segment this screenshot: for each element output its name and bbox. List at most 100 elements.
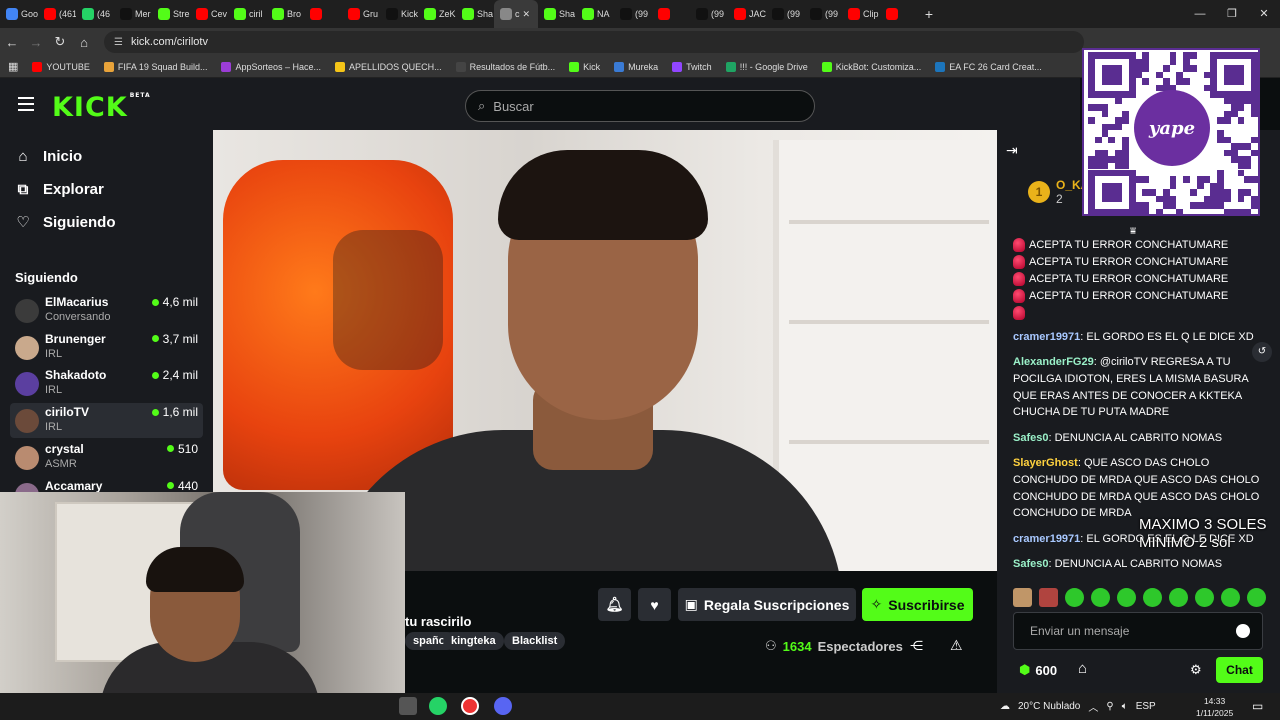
browser-tab[interactable] — [880, 0, 918, 28]
browser-tab[interactable]: Mer — [114, 0, 152, 28]
following-channel-crystal[interactable]: crystal ASMR 510 — [10, 440, 203, 475]
emoji-picker-icon[interactable] — [1236, 624, 1250, 638]
browser-tab[interactable]: Stre — [152, 0, 190, 28]
follow-button[interactable]: ♥ — [638, 588, 671, 621]
browser-tab[interactable]: Kick — [380, 0, 418, 28]
share-icon[interactable]: ⋲ — [910, 638, 923, 654]
chevron-up-icon[interactable]: ︿ — [1088, 699, 1098, 714]
following-channel-brunenger[interactable]: Brunenger IRL 3,7 mil — [10, 330, 203, 365]
browser-tab[interactable]: (99 — [614, 0, 652, 28]
browser-tab[interactable] — [652, 0, 690, 28]
bookmark-item[interactable]: !!! - Google Drive — [725, 61, 808, 72]
chat-message-input[interactable]: Enviar un mensaje — [1013, 612, 1263, 650]
taskbar-app-icon[interactable] — [461, 697, 479, 715]
emote-icon[interactable] — [1039, 588, 1058, 607]
bookmark-item[interactable]: EA FC 26 Card Creat... — [935, 61, 1042, 72]
browser-tab[interactable]: (99 — [766, 0, 804, 28]
nav-item-explorar[interactable]: ⧉ Explorar — [15, 181, 104, 198]
url-field[interactable]: ☰ kick.com/cirilotv — [104, 31, 1084, 53]
volume-icon[interactable]: 🔈︎ — [1122, 701, 1128, 712]
emote-icon[interactable] — [1143, 588, 1162, 607]
language-indicator[interactable]: ESP — [1136, 701, 1156, 712]
emote-icon[interactable] — [1169, 588, 1188, 607]
gift-subs-button[interactable]: ▣ Regala Suscripciones — [678, 588, 856, 621]
browser-tab[interactable]: Clip — [842, 0, 880, 28]
home-browser-icon[interactable]: ⌂ — [72, 35, 96, 50]
following-channel-cirilotv[interactable]: ciriloTV IRL 1,6 mil — [10, 403, 203, 439]
report-icon[interactable]: ⚠ — [950, 637, 963, 654]
browser-tab[interactable]: Goo — [0, 0, 38, 28]
browser-tab[interactable]: ciril — [228, 0, 266, 28]
stream-tag[interactable]: kingteka — [443, 632, 504, 650]
whatsapp-icon[interactable] — [429, 697, 447, 715]
emote-icon[interactable] — [1013, 588, 1032, 607]
network-icon[interactable]: ⚲ — [1106, 701, 1113, 712]
close-window-icon[interactable]: ✕ — [1248, 0, 1280, 28]
store-icon[interactable]: ⌂ — [1078, 660, 1087, 677]
bookmark-item[interactable]: Mureka — [614, 61, 658, 72]
stream-tag[interactable]: Blacklist — [504, 632, 566, 650]
chat-username[interactable]: AlexanderFG29 — [1013, 356, 1094, 368]
browser-tab[interactable]: (461 — [38, 0, 76, 28]
new-tab-icon[interactable]: + — [918, 6, 940, 22]
collapse-chat-icon[interactable]: ⇥ — [1006, 142, 1018, 159]
browser-tab[interactable]: (99 — [690, 0, 728, 28]
following-channel-shakadoto[interactable]: Shakadoto IRL 2,4 mil — [10, 366, 203, 401]
chat-username[interactable]: cramer19971 — [1013, 533, 1080, 545]
reload-icon[interactable]: ↻ — [48, 34, 72, 50]
bookmark-item[interactable]: FIFA 19 Squad Build... — [103, 61, 207, 72]
bookmark-item[interactable]: Kick — [569, 61, 600, 72]
scroll-to-bottom-icon[interactable]: ↺ — [1252, 342, 1272, 362]
browser-tab[interactable]: Gru — [342, 0, 380, 28]
bookmark-item[interactable]: AppSorteos – Hace... — [221, 61, 321, 72]
emote-icon[interactable] — [1195, 588, 1214, 607]
channel-points[interactable]: ⬢ 600 — [1019, 662, 1057, 678]
chat-username[interactable]: cramer19971 — [1013, 331, 1080, 343]
subscribe-button[interactable]: ✧ Suscribirse — [862, 588, 973, 621]
emote-icon[interactable] — [1065, 588, 1084, 607]
bookmark-item[interactable]: YOUTUBE — [32, 61, 90, 72]
minimize-icon[interactable]: — — [1184, 0, 1216, 28]
browser-tab[interactable]: (46 — [76, 0, 114, 28]
browser-tab[interactable]: ZeK — [418, 0, 456, 28]
notifications-button[interactable]: 🔔︎ — [598, 588, 631, 621]
browser-tab[interactable]: Sha — [538, 0, 576, 28]
browser-tab[interactable]: (99 — [804, 0, 842, 28]
discord-icon[interactable] — [494, 697, 512, 715]
forward-icon[interactable]: → — [24, 35, 48, 50]
kick-logo[interactable]: KICK BETA — [52, 92, 151, 123]
browser-tab[interactable]: Sha — [456, 0, 494, 28]
bookmark-item[interactable]: APELLIDOS QUECH... — [335, 61, 442, 72]
restore-icon[interactable]: ❐ — [1216, 0, 1248, 28]
emote-icon[interactable] — [1091, 588, 1110, 607]
search-input[interactable]: ⌕ Buscar — [465, 90, 815, 122]
chat-username[interactable]: Safes0 — [1013, 558, 1048, 570]
browser-tab[interactable]: Bro — [266, 0, 304, 28]
notifications-icon[interactable]: ▭ — [1252, 699, 1263, 713]
nav-item-inicio[interactable]: ⌂ Inicio — [15, 148, 82, 165]
following-channel-elmacarius[interactable]: ElMacarius Conversando 4,6 mil — [10, 293, 203, 328]
browser-tab[interactable]: Cev — [190, 0, 228, 28]
bookmark-item[interactable]: Resultados de Fútb... — [455, 61, 555, 72]
bookmark-item[interactable]: Twitch — [672, 61, 712, 72]
browser-tab[interactable]: JAC — [728, 0, 766, 28]
chat-settings-icon[interactable]: ⚙ — [1190, 662, 1202, 678]
emote-icon[interactable] — [1221, 588, 1240, 607]
chat-username[interactable]: Safes0 — [1013, 432, 1048, 444]
chat-username[interactable]: SlayerGhost — [1013, 457, 1078, 469]
hamburger-menu-icon[interactable] — [18, 97, 34, 111]
nav-item-siguiendo[interactable]: ♡ Siguiendo — [15, 214, 115, 231]
browser-tab[interactable]: NA — [576, 0, 614, 28]
emote-icon[interactable] — [1117, 588, 1136, 607]
bookmark-item[interactable]: KickBot: Customiza... — [821, 61, 921, 72]
close-tab-icon[interactable]: ✕ — [523, 9, 531, 20]
browser-tab[interactable] — [304, 0, 342, 28]
back-icon[interactable]: ← — [0, 35, 24, 50]
browser-tab[interactable]: c ✕ — [494, 0, 538, 28]
taskbar-app-icon[interactable] — [399, 697, 417, 715]
emote-icon[interactable] — [1247, 588, 1266, 607]
apps-icon[interactable]: ▦ — [8, 60, 18, 73]
site-info-icon[interactable]: ☰ — [114, 37, 123, 48]
send-chat-button[interactable]: Chat — [1216, 657, 1263, 683]
taskbar-clock[interactable]: 14:33 1/11/2025 — [1196, 695, 1233, 719]
